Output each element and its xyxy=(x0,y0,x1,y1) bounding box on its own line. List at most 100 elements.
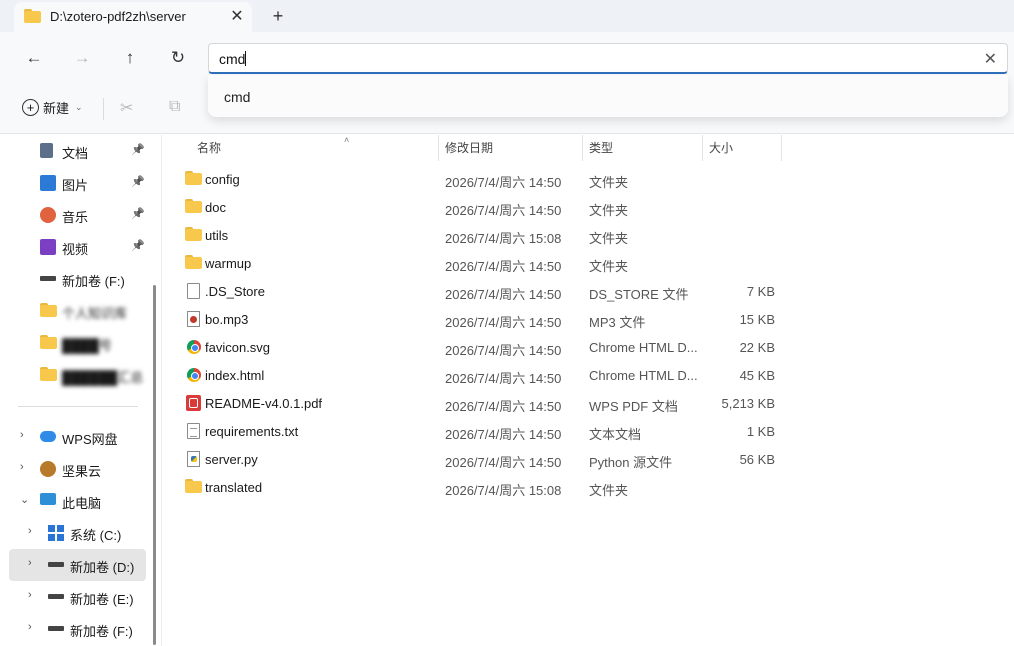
pin-icon[interactable]: 📌 xyxy=(131,143,145,156)
documents-icon xyxy=(40,143,53,158)
sidebar-tree-item[interactable]: › 新加卷 (D:) xyxy=(9,549,146,581)
file-row[interactable]: favicon.svg 2026/7/4/周六 14:50 Chrome HTML … xyxy=(163,333,1014,361)
sidebar-tree-item[interactable]: › 新加卷 (E:) xyxy=(0,581,146,613)
file-row[interactable]: doc 2026/7/4/周六 14:50 文件夹 xyxy=(163,193,1014,221)
pin-icon[interactable]: 📌 xyxy=(131,239,145,252)
chevron-right-icon[interactable]: › xyxy=(28,525,32,537)
sidebar-tree-item[interactable]: › 系统 (C:) xyxy=(0,517,146,549)
sidebar-quick-item[interactable]: ██████汇总 xyxy=(0,359,146,391)
tab-current-folder[interactable]: D:\zotero-pdf2zh\server ✕ xyxy=(14,2,252,32)
refresh-button[interactable]: ↻ xyxy=(163,44,193,72)
sidebar-quick-item[interactable]: 个人知识库 xyxy=(0,295,146,327)
new-tab-button[interactable]: + xyxy=(266,4,290,28)
sidebar-tree-item[interactable]: ⌄ 此电脑 xyxy=(0,485,146,517)
chevron-right-icon[interactable]: › xyxy=(20,429,24,441)
file-type: 文件夹 xyxy=(589,175,629,190)
chevron-right-icon[interactable]: › xyxy=(20,461,24,473)
file-row[interactable]: config 2026/7/4/周六 14:50 文件夹 xyxy=(163,165,1014,193)
column-divider[interactable] xyxy=(702,135,703,161)
sidebar-quick-item[interactable]: 音乐 📌 xyxy=(0,199,146,231)
file-row[interactable]: bo.mp3 2026/7/4/周六 14:50 MP3 文件 15 KB xyxy=(163,305,1014,333)
file-date: 2026/7/4/周六 14:50 xyxy=(445,455,562,470)
pin-icon[interactable]: 📌 xyxy=(131,207,145,220)
column-header-size[interactable]: 大小 xyxy=(709,139,733,161)
sidebar-quick-item[interactable]: 图片 📌 xyxy=(0,167,146,199)
plus-icon: + xyxy=(22,99,39,116)
file-size: 22 KB xyxy=(739,340,775,355)
pin-icon[interactable]: 📌 xyxy=(131,175,145,188)
file-row[interactable]: requirements.txt 2026/7/4/周六 14:50 文本文档 1 K… xyxy=(163,417,1014,445)
file-type: WPS PDF 文档 xyxy=(589,399,678,414)
chevron-right-icon[interactable]: › xyxy=(28,557,32,569)
file-date: 2026/7/4/周六 14:50 xyxy=(445,399,562,414)
address-bar[interactable]: cmd ✕ xyxy=(208,43,1008,74)
folder-icon xyxy=(185,255,202,271)
file-row[interactable]: translated 2026/7/4/周六 15:08 文件夹 xyxy=(163,473,1014,501)
file-date: 2026/7/4/周六 14:50 xyxy=(445,343,562,358)
file-type: 文件夹 xyxy=(589,259,629,274)
sidebar-tree-item[interactable]: › 坚果云 xyxy=(0,453,146,485)
file-date: 2026/7/4/周六 14:50 xyxy=(445,175,562,190)
chevron-down-icon[interactable]: ⌄ xyxy=(20,493,29,506)
sidebar-item-label: 视频 xyxy=(62,242,89,257)
sidebar-quick-item[interactable]: 文档 📌 xyxy=(0,135,146,167)
file-size: 15 KB xyxy=(739,312,775,327)
close-tab-icon[interactable]: ✕ xyxy=(226,5,248,27)
file-row[interactable]: server.py 2026/7/4/周六 14:50 Python 源文件 56 K… xyxy=(163,445,1014,473)
chevron-right-icon[interactable]: › xyxy=(28,621,32,633)
back-button[interactable]: ← xyxy=(19,44,49,72)
chevron-right-icon[interactable]: › xyxy=(28,589,32,601)
column-header-date[interactable]: 修改日期 xyxy=(445,139,493,161)
file-row[interactable]: .DS_Store 2026/7/4/周六 14:50 DS_STORE 文件 7 K… xyxy=(163,277,1014,305)
toolbar-divider xyxy=(103,98,104,120)
sidebar-tree-item[interactable]: › 新加卷 (F:) xyxy=(0,613,146,645)
column-header-name[interactable]: 名称 ˄ xyxy=(197,135,349,161)
file-name: translated xyxy=(205,480,263,495)
cut-icon[interactable]: ✂ xyxy=(120,98,133,118)
file-row[interactable]: README-v4.0.1.pdf 2026/7/4/周六 14:50 WPS PD… xyxy=(163,389,1014,417)
file-date: 2026/7/4/周六 15:08 xyxy=(445,231,562,246)
file-type: Chrome HTML D... xyxy=(589,340,698,355)
file-type: 文件夹 xyxy=(589,203,629,218)
folder-icon xyxy=(40,367,57,383)
sidebar-item-label: WPS网盘 xyxy=(62,432,118,447)
file-row[interactable]: index.html 2026/7/4/周六 14:50 Chrome HTML D… xyxy=(163,361,1014,389)
column-divider[interactable] xyxy=(438,135,439,161)
file-row[interactable]: warmup 2026/7/4/周六 14:50 文件夹 xyxy=(163,249,1014,277)
sidebar-item-label: 新加卷 (F:) xyxy=(62,274,125,289)
sidebar-quick-item[interactable]: 新加卷 (F:) xyxy=(0,263,146,295)
copy-icon[interactable]: ⧉ xyxy=(169,98,180,116)
file-date: 2026/7/4/周六 14:50 xyxy=(445,259,562,274)
column-divider[interactable] xyxy=(781,135,782,161)
sidebar-item-label: ██████汇总 xyxy=(62,370,144,385)
drive-icon xyxy=(48,626,64,631)
file-date: 2026/7/4/周六 14:50 xyxy=(445,371,562,386)
address-suggestions: cmd xyxy=(208,75,1008,117)
file-name: bo.mp3 xyxy=(205,312,249,327)
address-input[interactable]: cmd xyxy=(219,51,247,67)
sidebar-item-label: 坚果云 xyxy=(62,464,102,479)
file-name: index.html xyxy=(205,368,265,383)
mp3-file-icon xyxy=(185,311,202,327)
sidebar-quick-item[interactable]: ████号 xyxy=(0,327,146,359)
file-type: MP3 文件 xyxy=(589,315,646,330)
chevron-down-icon: ⌄ xyxy=(75,102,83,112)
column-divider[interactable] xyxy=(582,135,583,161)
file-list: 名称 ˄ 修改日期 类型 大小 config 2026/7/4/周六 14:50 文… xyxy=(163,135,1014,646)
new-button[interactable]: + 新建 ⌄ xyxy=(22,98,83,117)
forward-button[interactable]: → xyxy=(67,44,97,72)
clear-address-icon[interactable]: ✕ xyxy=(984,49,997,69)
suggestion-item[interactable]: cmd xyxy=(224,89,250,105)
sort-ascending-icon: ˄ xyxy=(344,135,350,145)
sidebar-quick-item[interactable]: 视频 📌 xyxy=(0,231,146,263)
py-file-icon xyxy=(185,451,202,467)
tab-bar: D:\zotero-pdf2zh\server ✕ + xyxy=(0,0,1014,32)
file-name: requirements.txt xyxy=(205,424,299,439)
sidebar-scrollbar[interactable] xyxy=(153,285,156,645)
sidebar-tree-item[interactable]: › WPS网盘 xyxy=(0,421,146,453)
file-name: server.py xyxy=(205,452,258,467)
file-row[interactable]: utils 2026/7/4/周六 15:08 文件夹 xyxy=(163,221,1014,249)
column-header-type[interactable]: 类型 xyxy=(589,139,613,161)
file-type: DS_STORE 文件 xyxy=(589,287,689,302)
up-button[interactable]: ↑ xyxy=(115,44,145,72)
